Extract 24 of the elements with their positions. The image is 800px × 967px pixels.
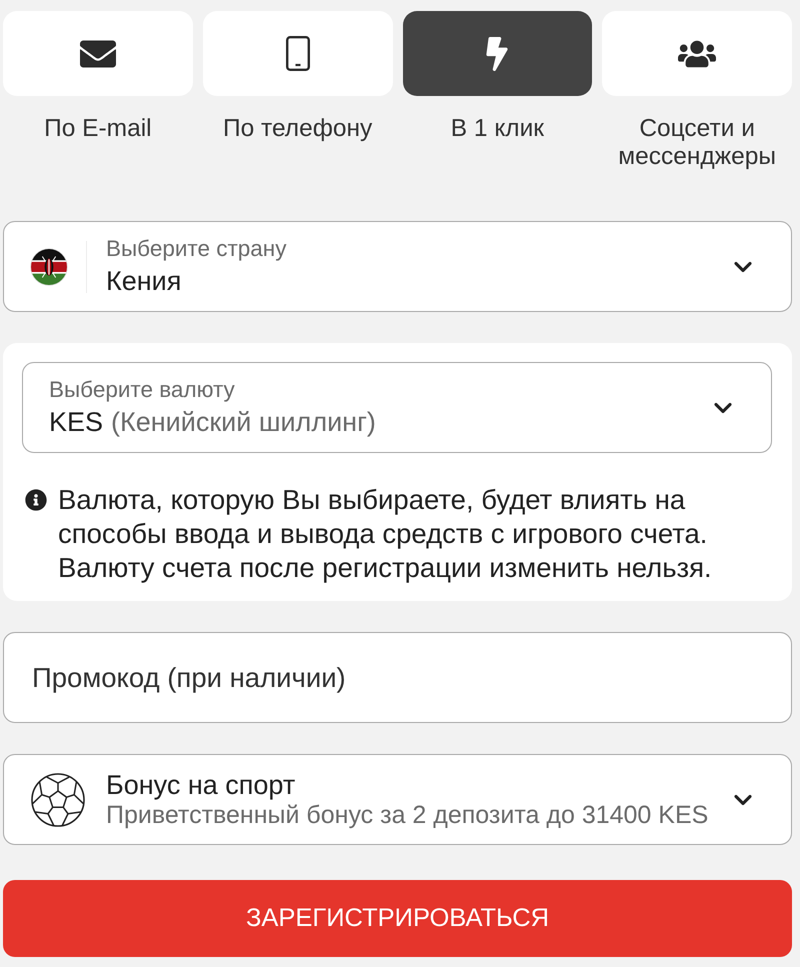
currency-code: KES xyxy=(49,406,104,438)
tab-label[interactable]: В 1 клик xyxy=(450,115,544,143)
smartphone-icon xyxy=(286,36,310,71)
tab-label[interactable]: По E-mail xyxy=(44,115,152,143)
tab-label[interactable]: Соцсети и мессенджеры xyxy=(602,115,792,171)
tab-label[interactable]: По телефону xyxy=(222,115,372,143)
info-icon xyxy=(25,489,47,511)
registration-tab[interactable] xyxy=(402,11,592,96)
currency-name: (Кенийский шиллинг) xyxy=(111,406,376,438)
currency-select[interactable]: Выберите валюту KES (Кенийский шиллинг) xyxy=(22,362,772,453)
bonus-select[interactable]: Бонус на спорт Приветственный бонус за 2 депозита до 31400 KES xyxy=(3,754,792,845)
bonus-description: Приветственный бонус за 2 депозита до 31400 KES xyxy=(106,800,708,830)
currency-note: Валюта, которую Вы выбираете, будет влиять на способы ввода и вывода средств с игрового счета. Валюту счета после регистрации изменить нельзя. xyxy=(58,483,713,585)
promo-code-field[interactable]: Промокод (при наличии) xyxy=(3,632,792,723)
soccer-ball-icon xyxy=(30,772,86,828)
flag-icon xyxy=(30,248,68,286)
register-button[interactable]: ЗАРЕГИСТРИРОВАТЬСЯ xyxy=(3,880,792,957)
registration-tab[interactable] xyxy=(602,11,792,96)
country-select[interactable]: Выберите страну Кения xyxy=(3,221,792,312)
select-value: Кения xyxy=(106,265,182,297)
bonus-title: Бонус на спорт xyxy=(106,770,296,800)
select-label: Выберите валюту xyxy=(49,377,235,403)
registration-tab[interactable] xyxy=(3,11,193,96)
select-label: Выберите страну xyxy=(106,236,286,262)
